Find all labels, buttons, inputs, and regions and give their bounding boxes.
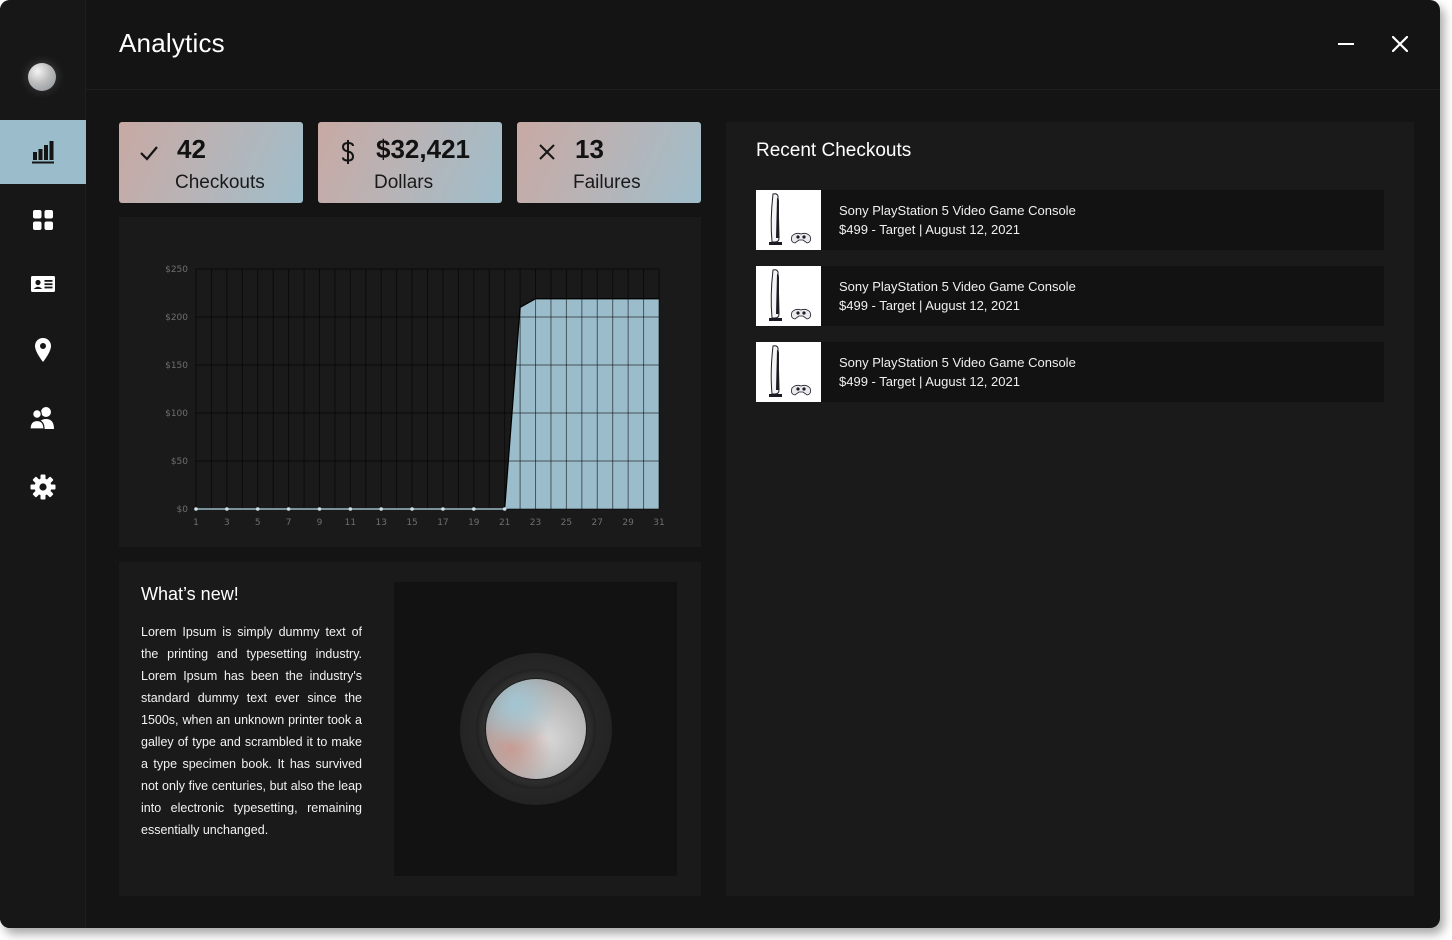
data-point xyxy=(379,507,384,511)
whats-new-body: Lorem Ipsum is simply dummy text of the … xyxy=(141,625,362,837)
product-thumbnail xyxy=(756,266,821,326)
y-tick-label: $50 xyxy=(171,457,188,467)
stat-label: Checkouts xyxy=(175,172,265,193)
data-point xyxy=(225,507,229,511)
area-chart: 1 3 5 7 9 11 13 15 17 19 21 23 25 27 29 31$0$50$100$150… xyxy=(165,265,665,528)
recent-checkouts-title: Recent Checkouts xyxy=(756,140,912,161)
x-tick-label: 27 xyxy=(592,518,603,528)
data-point xyxy=(255,507,260,511)
dollar-icon xyxy=(336,140,360,164)
x-tick-label: 11 xyxy=(345,518,356,528)
stat-value: $32,421 xyxy=(376,134,470,164)
stat-value: 42 xyxy=(177,134,206,164)
stat-card-checkouts: 42 Checkouts xyxy=(119,122,303,203)
checkout-product-name: Sony PlayStation 5 Video Game Console xyxy=(839,203,1076,218)
stat-value: 13 xyxy=(575,134,604,164)
x-tick-label: 9 xyxy=(317,518,323,528)
close-button[interactable] xyxy=(1386,30,1414,58)
stat-card-dollars: $32,421 Dollars xyxy=(318,122,502,203)
x-tick-label: 19 xyxy=(468,518,480,528)
grid-icon xyxy=(33,210,53,230)
sidebar-item-profiles[interactable] xyxy=(0,252,86,316)
y-tick-label: $0 xyxy=(177,505,189,515)
data-point xyxy=(441,507,445,511)
x-tick-label: 21 xyxy=(499,518,510,528)
orb-image xyxy=(486,679,586,779)
x-tick-label: 7 xyxy=(286,518,292,528)
x-tick-label: 31 xyxy=(653,518,664,528)
map-pin-icon xyxy=(35,338,51,362)
data-point xyxy=(286,507,291,511)
page-title: Analytics xyxy=(119,28,225,58)
stat-label: Failures xyxy=(573,172,641,193)
product-thumbnail xyxy=(756,342,821,402)
data-point xyxy=(502,507,507,511)
y-tick-label: $250 xyxy=(165,265,188,275)
checkout-product-name: Sony PlayStation 5 Video Game Console xyxy=(839,279,1076,294)
data-point xyxy=(317,507,322,511)
whats-new-title: What’s new! xyxy=(141,584,239,604)
stat-card-failures: 13 Failures xyxy=(517,122,701,203)
x-tick-label: 17 xyxy=(437,518,448,528)
whats-new-media xyxy=(394,582,677,876)
minimize-button[interactable] xyxy=(1332,30,1360,58)
y-tick-label: $200 xyxy=(165,313,188,323)
data-point xyxy=(472,507,476,511)
sidebar-item-locations[interactable] xyxy=(0,318,86,382)
checkout-product-name: Sony PlayStation 5 Video Game Console xyxy=(839,355,1076,370)
checkout-meta: $499 - Target | August 12, 2021 xyxy=(839,298,1020,313)
x-tick-label: 13 xyxy=(375,518,386,528)
checkout-item[interactable]: Sony PlayStation 5 Video Game Console $4… xyxy=(756,190,1384,250)
x-tick-label: 3 xyxy=(224,518,230,528)
x-tick-label: 1 xyxy=(193,518,199,528)
id-card-icon xyxy=(31,276,55,292)
sidebar-item-dashboard[interactable] xyxy=(0,188,86,252)
recent-checkouts-panel: Recent Checkouts Sony PlayStation 5 Vide… xyxy=(726,122,1414,896)
stat-label: Dollars xyxy=(374,172,434,193)
x-tick-label: 15 xyxy=(406,518,417,528)
app-window: Analytics 42 Checkouts $32,421 Dollars 1… xyxy=(0,0,1440,928)
sidebar-item-settings[interactable] xyxy=(0,455,86,519)
logo xyxy=(28,63,56,91)
data-point xyxy=(194,507,198,511)
chart-panel: 1 3 5 7 9 11 13 15 17 19 21 23 25 27 29 31 $0 $50 $100 $150… xyxy=(119,217,701,547)
checkout-item[interactable]: Sony PlayStation 5 Video Game Console $4… xyxy=(756,342,1384,402)
product-thumbnail xyxy=(756,190,821,250)
checkout-meta: $499 - Target | August 12, 2021 xyxy=(839,374,1020,389)
y-tick-label: $100 xyxy=(165,409,188,419)
sidebar xyxy=(0,0,86,928)
sidebar-item-analytics[interactable] xyxy=(0,120,86,184)
bar-chart-icon xyxy=(32,141,54,164)
x-tick-label: 5 xyxy=(255,518,261,528)
y-tick-label: $150 xyxy=(165,361,188,371)
whats-new-panel: What’s new! Lorem Ipsum is simply dummy … xyxy=(119,562,701,896)
x-tick-label: 25 xyxy=(561,518,572,528)
minimize-icon xyxy=(1338,43,1354,45)
sidebar-item-accounts[interactable] xyxy=(0,386,86,450)
x-tick-label: 29 xyxy=(622,518,634,528)
title-bar: Analytics xyxy=(86,0,1440,90)
check-icon xyxy=(137,140,161,164)
close-icon xyxy=(1392,36,1408,52)
checkout-meta: $499 - Target | August 12, 2021 xyxy=(839,222,1020,237)
users-icon xyxy=(29,407,54,430)
gear-icon xyxy=(30,474,56,500)
x-icon xyxy=(535,140,559,164)
checkout-item[interactable]: Sony PlayStation 5 Video Game Console $4… xyxy=(756,266,1384,326)
x-tick-label: 23 xyxy=(530,518,541,528)
data-point xyxy=(410,507,414,511)
data-point xyxy=(348,507,353,511)
